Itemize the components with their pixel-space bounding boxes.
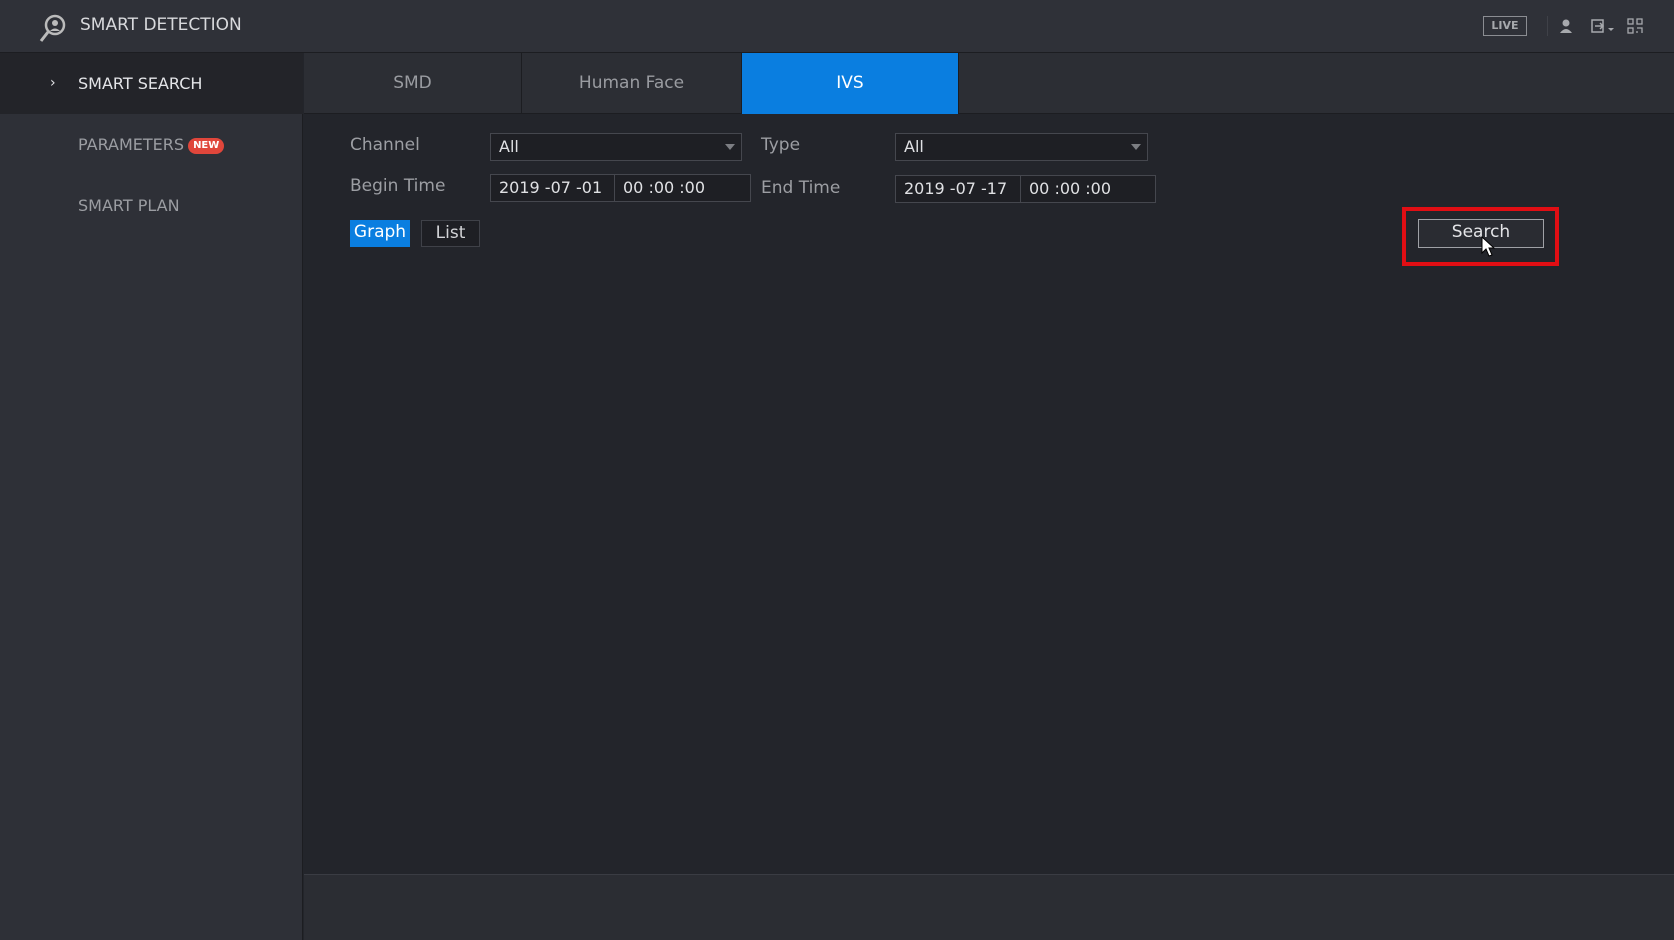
qr-code-icon[interactable] — [1627, 18, 1643, 34]
type-label: Type — [761, 135, 801, 155]
end-date-input[interactable]: 2019 -07 -17 — [895, 175, 1021, 203]
channel-select[interactable]: All — [490, 133, 742, 161]
bottom-bar — [304, 874, 1674, 940]
type-select[interactable]: All — [895, 133, 1148, 161]
list-view-button[interactable]: List — [421, 220, 480, 247]
tab-bar: SMD Human Face IVS — [304, 53, 1674, 114]
type-value: All — [904, 137, 924, 156]
sidebar-item-label: SMART SEARCH — [78, 74, 203, 93]
new-badge: NEW — [188, 137, 225, 154]
sidebar-item-label: SMART PLAN — [78, 196, 180, 215]
sidebar-item-label: PARAMETERS — [78, 135, 185, 154]
sidebar: › SMART SEARCH PARAMETERS NEW SMART PLAN — [0, 53, 303, 940]
user-icon[interactable] — [1558, 18, 1574, 34]
live-button[interactable]: LIVE — [1483, 16, 1527, 36]
smart-detection-icon — [39, 14, 66, 42]
graph-view-button[interactable]: Graph — [350, 220, 410, 247]
tab-human-face[interactable]: Human Face — [522, 53, 742, 114]
dropdown-arrow-icon — [1131, 144, 1141, 150]
logout-icon[interactable] — [1591, 18, 1615, 34]
begin-time-label: Begin Time — [350, 176, 446, 196]
end-time-input[interactable]: 00 :00 :00 — [1020, 175, 1156, 203]
top-bar: SMART DETECTION LIVE — [0, 0, 1674, 53]
mouse-cursor-icon — [1481, 236, 1495, 257]
end-time-label: End Time — [761, 178, 841, 198]
channel-value: All — [499, 137, 519, 156]
tab-ivs[interactable]: IVS — [742, 53, 959, 114]
sidebar-item-smart-plan[interactable]: SMART PLAN — [0, 175, 303, 236]
begin-date-input[interactable]: 2019 -07 -01 — [490, 174, 615, 202]
channel-label: Channel — [350, 135, 420, 155]
dropdown-arrow-icon — [725, 144, 735, 150]
sidebar-item-smart-search[interactable]: › SMART SEARCH — [0, 53, 303, 114]
chevron-right-icon: › — [50, 75, 56, 91]
begin-time-input[interactable]: 00 :00 :00 — [614, 174, 751, 202]
app-title: SMART DETECTION — [80, 15, 242, 35]
sidebar-item-parameters[interactable]: PARAMETERS NEW — [0, 114, 303, 175]
divider — [1547, 16, 1548, 36]
tab-smd[interactable]: SMD — [304, 53, 522, 114]
